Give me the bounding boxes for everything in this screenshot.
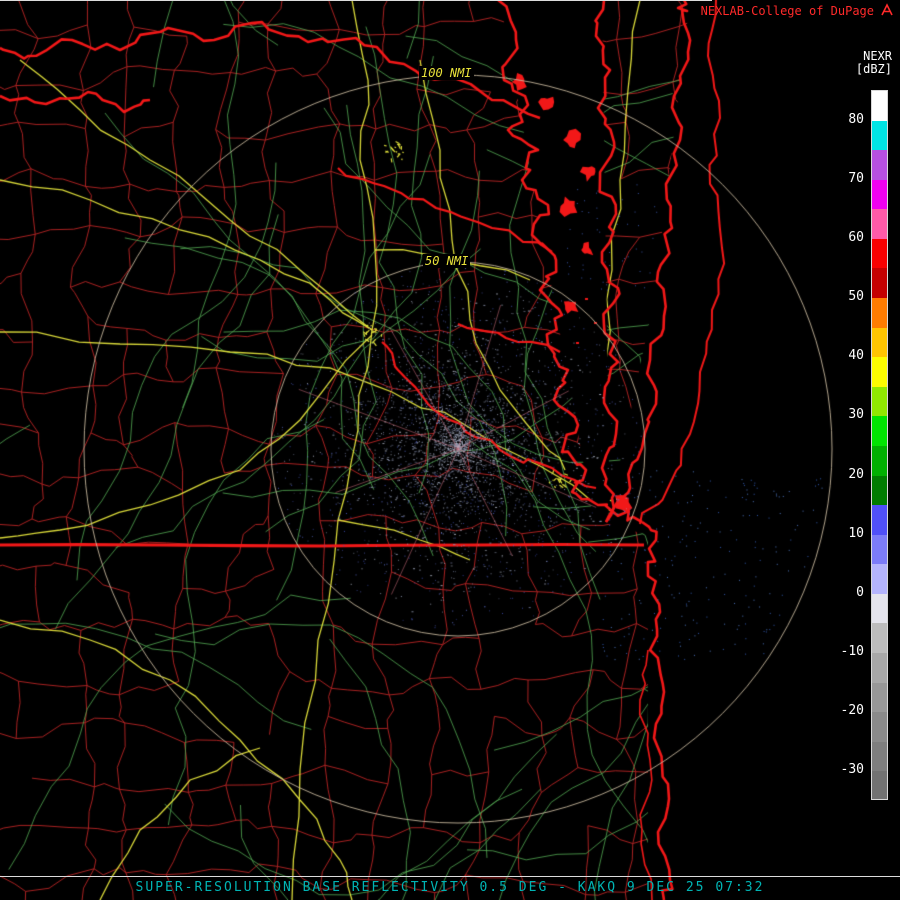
colorbar-segment-85-to-80 bbox=[872, 91, 887, 121]
colorbar-tick-60: 60 bbox=[820, 230, 864, 246]
footer-border-line bbox=[0, 876, 900, 877]
colorbar-segment--30-to--35 bbox=[872, 771, 887, 800]
range-ring-label-50-nmi: 50 NMI bbox=[423, 254, 470, 268]
colorbar-tick-40: 40 bbox=[820, 348, 864, 364]
colorbar-segment-75-to-70 bbox=[872, 150, 887, 180]
colorbar-segment-20-to-15 bbox=[872, 476, 887, 506]
colorbar-tick-50: 50 bbox=[820, 289, 864, 305]
colorbar-tick-10: 10 bbox=[820, 526, 864, 542]
colorbar-segment-45-to-40 bbox=[872, 328, 887, 358]
attribution-text: NEXLAB-College of DuPage bbox=[701, 4, 874, 18]
colorbar-segment-15-to-10 bbox=[872, 505, 887, 535]
colorbar-tick-30: 30 bbox=[820, 407, 864, 423]
radar-map-canvas bbox=[0, 0, 900, 900]
colorbar-units: [dBZ] bbox=[856, 63, 892, 76]
colorbar-segment-80-to-75 bbox=[872, 121, 887, 151]
colorbar-segment-30-to-25 bbox=[872, 416, 887, 446]
colorbar-segment-25-to-20 bbox=[872, 446, 887, 476]
colorbar-tick--10: -10 bbox=[820, 644, 864, 660]
product-status-text: SUPER-RESOLUTION BASE REFLECTIVITY 0.5 D… bbox=[0, 880, 900, 895]
colorbar-segment--10-to--15 bbox=[872, 653, 887, 683]
colorbar-segment-55-to-50 bbox=[872, 268, 887, 298]
colorbar-segment--15-to--20 bbox=[872, 683, 887, 713]
colorbar-segment-60-to-55 bbox=[872, 239, 887, 269]
colorbar-header: NEXR [dBZ] bbox=[856, 50, 892, 76]
colorbar-tick-20: 20 bbox=[820, 467, 864, 483]
colorbar-tick-70: 70 bbox=[820, 171, 864, 187]
colorbar-segment-40-to-35 bbox=[872, 357, 887, 387]
colorbar-segment-35-to-30 bbox=[872, 387, 887, 417]
range-ring-label-100-nmi: 100 NMI bbox=[419, 66, 474, 80]
colorbar-segment-0-to--5 bbox=[872, 594, 887, 624]
colorbar-segment--5-to--10 bbox=[872, 623, 887, 653]
colorbar-tick-80: 80 bbox=[820, 112, 864, 128]
reflectivity-colorbar bbox=[871, 90, 888, 800]
colorbar-segment--25-to--30 bbox=[872, 742, 887, 772]
colorbar-tick--20: -20 bbox=[820, 703, 864, 719]
colorbar-segment-70-to-65 bbox=[872, 180, 887, 210]
colorbar-segment-65-to-60 bbox=[872, 209, 887, 239]
radar-viewport: NEXLAB-College of DuPage NEXR [dBZ] 80 70… bbox=[0, 0, 900, 900]
colorbar-segment-10-to-5 bbox=[872, 535, 887, 565]
top-border-line bbox=[0, 0, 712, 1]
cod-logo-icon bbox=[880, 3, 894, 17]
colorbar-tick--30: -30 bbox=[820, 762, 864, 778]
colorbar-tick-0: 0 bbox=[820, 585, 864, 601]
colorbar-segment-50-to-45 bbox=[872, 298, 887, 328]
colorbar-segment-5-to-0 bbox=[872, 564, 887, 594]
colorbar-segment--20-to--25 bbox=[872, 712, 887, 742]
